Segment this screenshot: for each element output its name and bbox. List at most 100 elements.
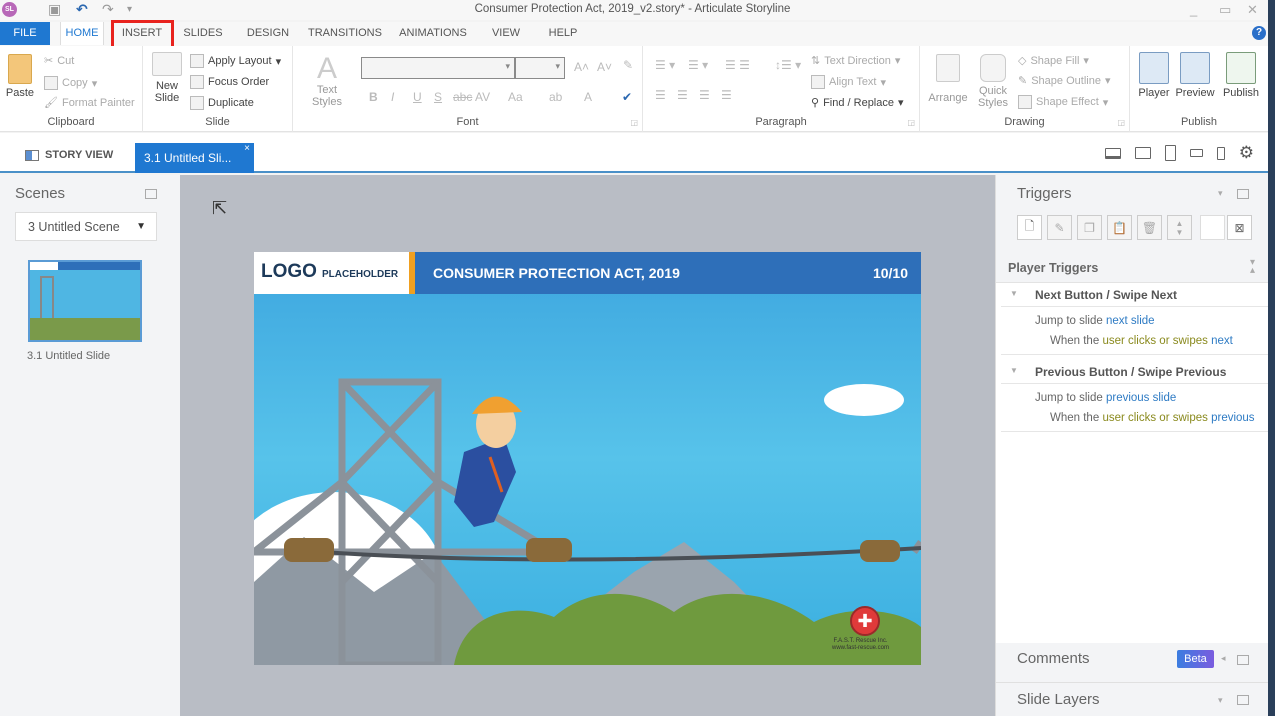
tab-slides[interactable]: SLIDES (182, 22, 224, 45)
font-size-select[interactable] (515, 57, 565, 79)
desktop-icon[interactable] (1104, 147, 1121, 159)
help-icon[interactable]: ? (1252, 26, 1266, 40)
spell-check-icon[interactable]: ✔ (622, 90, 632, 104)
new-trigger-button[interactable]: 🗋 (1017, 215, 1042, 240)
trigger-action-next[interactable]: Jump to slide next slide When the user c… (1001, 307, 1268, 355)
tab-transitions[interactable]: TRANSITIONS (308, 22, 382, 45)
float-panel-icon[interactable] (145, 189, 157, 199)
format-painter-button[interactable]: 🖌 Format Painter (44, 96, 135, 110)
tab-file[interactable]: FILE (0, 22, 50, 45)
indent-icon[interactable]: ☰ ☰ (725, 58, 750, 72)
scene-select[interactable]: 3 Untitled Scene ▼ (15, 212, 157, 241)
copy-button[interactable]: Copy ▾ (44, 76, 97, 90)
gear-icon[interactable]: ⚙ (1239, 144, 1254, 161)
action-target-link[interactable]: previous slide (1106, 392, 1176, 404)
tab-design[interactable]: DESIGN (244, 22, 292, 45)
shape-outline-button[interactable]: ✎ Shape Outline ▾ (1018, 74, 1110, 88)
collapse-left-icon[interactable]: ◂ (1221, 653, 1226, 664)
new-slide-button[interactable]: New Slide (149, 52, 185, 104)
collapse-all-icon[interactable]: ▾ ▴ (1250, 258, 1255, 276)
italic-button[interactable]: I (391, 90, 394, 104)
slide-tab-active[interactable]: 3.1 Untitled Sli... × (135, 143, 254, 173)
minimize-button[interactable]: _ (1190, 2, 1197, 17)
slide-layers-chevron-icon[interactable]: ▾ (1218, 695, 1223, 706)
preview-button[interactable]: Preview (1173, 52, 1217, 99)
align-center-icon[interactable]: ☰ (677, 88, 688, 102)
change-case-button[interactable]: Aa (508, 90, 523, 104)
shape-fill-button[interactable]: ◇ Shape Fill ▾ (1018, 54, 1089, 68)
text-styles-button[interactable]: A Text Styles (301, 54, 353, 109)
highlight-button[interactable]: ab (549, 90, 562, 104)
float-triggers-icon[interactable] (1237, 189, 1249, 199)
character-spacing-button[interactable]: AV (475, 90, 490, 104)
slide[interactable]: LOGO PLACEHOLDER CONSUMER PROTECTION ACT… (254, 252, 921, 665)
duplicate-button[interactable]: Duplicate (190, 96, 254, 110)
shadow-button[interactable]: S (434, 90, 442, 104)
tab-home[interactable]: HOME (60, 22, 104, 45)
float-slide-layers-icon[interactable] (1237, 695, 1249, 705)
tablet-landscape-icon[interactable] (1134, 147, 1151, 159)
apply-layout-button[interactable]: Apply Layout ▾ (190, 54, 281, 68)
focus-order-button[interactable]: Focus Order (190, 75, 269, 89)
copy-trigger-button[interactable]: ❐ (1077, 215, 1102, 240)
delete-trigger-button[interactable]: 🗑 (1137, 215, 1162, 240)
trigger-blank-button[interactable] (1200, 215, 1225, 240)
cond-target-link[interactable]: previous (1211, 412, 1254, 424)
font-name-select[interactable] (361, 57, 515, 79)
edit-trigger-button[interactable]: ✎ (1047, 215, 1072, 240)
paragraph-dialog-launcher-icon[interactable]: ◲ (907, 118, 915, 127)
bullets-icon[interactable]: ☰ ▾ (655, 58, 675, 72)
pencil-icon: ✎ (1018, 75, 1028, 87)
strikethrough-button[interactable]: abc (453, 90, 472, 104)
trigger-event-next[interactable]: ▼ Next Button / Swipe Next (1001, 283, 1268, 307)
align-text-button[interactable]: Align Text ▾ (811, 75, 886, 89)
cond-user-link[interactable]: user clicks or swipes (1102, 412, 1207, 424)
action-target-link[interactable]: next slide (1106, 315, 1155, 327)
shape-effect-button[interactable]: Shape Effect ▾ (1018, 95, 1108, 109)
grow-font-button[interactable]: A˄ (574, 60, 589, 74)
trigger-event-previous[interactable]: ▼ Previous Button / Swipe Previous (1001, 360, 1268, 384)
text-direction-button[interactable]: ⇅ Text Direction ▾ (811, 54, 900, 68)
underline-button[interactable]: U (413, 90, 422, 104)
line-spacing-icon[interactable]: ↕☰ ▾ (775, 58, 801, 72)
numbering-icon[interactable]: ☰ ▾ (688, 58, 708, 72)
restore-button[interactable]: ▭ (1219, 2, 1231, 18)
tab-help[interactable]: HELP (546, 22, 580, 45)
paste-trigger-button[interactable]: 📋 (1107, 215, 1132, 240)
clear-formatting-icon[interactable]: ✎ (623, 58, 633, 72)
paste-button[interactable]: Paste (4, 54, 36, 99)
close-button[interactable]: ✕ (1247, 2, 1258, 18)
cond-target-link[interactable]: next (1211, 335, 1233, 347)
story-view-tab[interactable]: STORY VIEW (25, 149, 113, 161)
find-replace-button[interactable]: ⚲ Find / Replace ▾ (811, 96, 904, 110)
bold-button[interactable]: B (369, 90, 378, 104)
variables-button[interactable]: ⊠ (1227, 215, 1252, 240)
float-comments-icon[interactable] (1237, 655, 1249, 665)
phone-portrait-icon[interactable] (1216, 146, 1225, 160)
tab-view[interactable]: VIEW (490, 22, 522, 45)
player-triggers-header[interactable]: Player Triggers ▾ ▴ (996, 253, 1269, 283)
slide-layers-title[interactable]: Slide Layers (1017, 691, 1100, 708)
quick-styles-button[interactable]: Quick Styles (974, 54, 1012, 109)
font-color-button[interactable]: A (584, 90, 592, 104)
trigger-action-previous[interactable]: Jump to slide previous slide When the us… (1001, 384, 1268, 432)
tab-animations[interactable]: ANIMATIONS (398, 22, 468, 45)
cond-user-link[interactable]: user clicks or swipes (1102, 335, 1207, 347)
shrink-font-button[interactable]: A˅ (597, 60, 612, 74)
publish-button[interactable]: Publish (1218, 52, 1264, 99)
move-trigger-button[interactable]: ▲ ▼ (1167, 215, 1192, 240)
cut-button[interactable]: ✂ Cut (44, 54, 74, 68)
close-tab-icon[interactable]: × (244, 134, 250, 164)
drawing-dialog-launcher-icon[interactable]: ◲ (1117, 118, 1125, 127)
comments-panel-header[interactable]: Comments Beta ◂ (996, 643, 1269, 683)
font-dialog-launcher-icon[interactable]: ◲ (630, 118, 638, 127)
arrange-button[interactable]: Arrange (926, 54, 970, 104)
slide-thumbnail[interactable] (28, 260, 142, 342)
justify-icon[interactable]: ☰ (721, 88, 732, 102)
tablet-portrait-icon[interactable] (1164, 145, 1176, 161)
align-left-icon[interactable]: ☰ (655, 88, 666, 102)
phone-landscape-icon[interactable] (1189, 149, 1203, 157)
player-button[interactable]: Player (1136, 52, 1172, 99)
panel-menu-chevron-icon[interactable]: ▾ (1218, 188, 1223, 199)
align-right-icon[interactable]: ☰ (699, 88, 710, 102)
